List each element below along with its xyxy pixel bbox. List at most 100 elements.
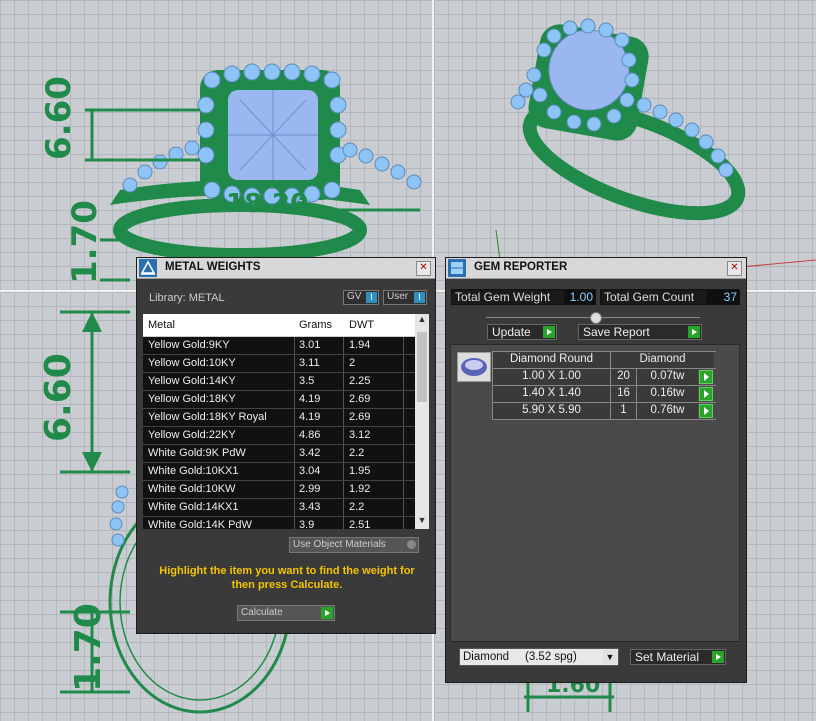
gem-list-area: Diamond Round Diamond 1.00 X 1.00 20 0.07t… bbox=[450, 344, 740, 642]
calculate-label: Calculate bbox=[241, 607, 283, 618]
col-divider bbox=[403, 373, 404, 390]
col-divider bbox=[343, 409, 344, 426]
table-row[interactable]: White Gold:9K PdW 3.42 2.2 bbox=[143, 445, 429, 463]
metal-grams: 3.5 bbox=[299, 375, 315, 387]
dim-text-front-3: 18.20 bbox=[226, 189, 308, 219]
front-viewport[interactable]: 6.60 1.70 18.20 bbox=[0, 0, 432, 290]
gem-row[interactable]: 5.90 X 5.90 1 0.76tw bbox=[492, 403, 716, 420]
gem-col-material: Diamond bbox=[610, 352, 714, 368]
metal-name: Yellow Gold:18KY bbox=[148, 393, 236, 405]
metal-name: Yellow Gold:10KY bbox=[148, 357, 236, 369]
metal-grams: 4.19 bbox=[299, 393, 321, 405]
gem-reporter-panel: GEM REPORTER ✕ Total Gem Weight 1.00 Tot… bbox=[445, 257, 747, 683]
metal-table-header: Metal Grams DWT bbox=[143, 314, 429, 337]
metal-grams: 3.11 bbox=[299, 357, 320, 369]
scroll-down-icon[interactable]: ▼ bbox=[415, 515, 429, 529]
set-material-button[interactable]: Set Material bbox=[630, 649, 726, 665]
metal-name: White Gold:14KX1 bbox=[148, 501, 239, 513]
col-divider bbox=[343, 391, 344, 408]
play-icon bbox=[543, 326, 555, 338]
chevron-down-icon[interactable]: ▼ bbox=[603, 650, 617, 664]
col-divider bbox=[294, 409, 295, 426]
play-icon[interactable] bbox=[699, 387, 713, 401]
table-row[interactable]: Yellow Gold:14KY 3.5 2.25 bbox=[143, 373, 429, 391]
metal-name: Yellow Gold:9KY bbox=[148, 339, 230, 351]
col-divider bbox=[294, 427, 295, 444]
save-report-label: Save Report bbox=[583, 325, 650, 339]
col-metal[interactable]: Metal bbox=[148, 319, 175, 331]
metal-dwt: 2 bbox=[349, 357, 356, 369]
gem-count: 20 bbox=[610, 369, 636, 385]
table-row[interactable]: Yellow Gold:22KY 4.86 3.12 bbox=[143, 427, 429, 445]
gem-reporter-icon bbox=[448, 259, 466, 277]
total-gem-count-value: 37 bbox=[723, 290, 737, 304]
metal-dwt: 2.2 bbox=[349, 447, 365, 459]
metal-weights-icon bbox=[139, 259, 157, 277]
metal-weights-titlebar[interactable]: METAL WEIGHTS ✕ bbox=[137, 258, 435, 279]
table-row[interactable]: White Gold:10KW 2.99 1.92 bbox=[143, 481, 429, 499]
col-divider bbox=[294, 517, 295, 529]
scroll-thumb[interactable] bbox=[417, 332, 427, 402]
save-report-button[interactable]: Save Report bbox=[578, 324, 702, 340]
update-button[interactable]: Update bbox=[487, 324, 557, 340]
metal-dwt: 2.51 bbox=[349, 519, 371, 529]
user-toggle[interactable]: User I bbox=[383, 290, 427, 305]
library-label: Library: METAL bbox=[149, 292, 225, 304]
total-gem-weight-value: 1.00 bbox=[569, 290, 593, 304]
table-row[interactable]: Yellow Gold:18KY Royal 4.19 2.69 bbox=[143, 409, 429, 427]
col-divider bbox=[403, 499, 404, 516]
metal-grams: 3.01 bbox=[299, 339, 321, 351]
material-select[interactable]: Diamond (3.52 spg) ▼ bbox=[459, 648, 619, 666]
col-divider bbox=[403, 391, 404, 408]
col-divider bbox=[343, 463, 344, 480]
total-gem-weight-label: Total Gem Weight bbox=[455, 290, 551, 304]
use-object-materials-checkbox[interactable]: Use Object Materials bbox=[289, 537, 419, 553]
play-icon[interactable] bbox=[699, 404, 713, 418]
metal-dwt: 1.92 bbox=[349, 483, 371, 495]
metal-dwt: 1.95 bbox=[349, 465, 371, 477]
metal-weights-title: METAL WEIGHTS bbox=[165, 261, 261, 273]
user-toggle-label: User bbox=[387, 291, 409, 302]
dim-text-side-2: 1.70 bbox=[68, 603, 109, 692]
play-icon[interactable] bbox=[699, 370, 713, 384]
slider-knob[interactable] bbox=[590, 312, 602, 324]
dim-text-side-1: 6.60 bbox=[38, 353, 79, 442]
close-icon[interactable]: ✕ bbox=[727, 261, 742, 276]
col-divider bbox=[343, 481, 344, 498]
table-row[interactable]: Yellow Gold:9KY 3.01 1.94 bbox=[143, 337, 429, 355]
table-row[interactable]: Yellow Gold:10KY 3.11 2 bbox=[143, 355, 429, 373]
table-row[interactable]: White Gold:14KX1 3.43 2.2 bbox=[143, 499, 429, 517]
ring-perspective-render bbox=[493, 18, 816, 290]
dim-text-front-1: 6.60 bbox=[39, 76, 79, 160]
metal-grams: 3.9 bbox=[299, 519, 315, 529]
gv-toggle-label: GV bbox=[347, 291, 362, 302]
col-divider bbox=[294, 337, 295, 354]
gem-count: 16 bbox=[610, 386, 636, 402]
metal-table-scrollbar[interactable]: ▲ ▼ bbox=[415, 314, 429, 529]
gem-reporter-titlebar[interactable]: GEM REPORTER ✕ bbox=[446, 258, 746, 279]
table-row[interactable]: White Gold:10KX1 3.04 1.95 bbox=[143, 463, 429, 481]
play-icon bbox=[712, 651, 724, 663]
gem-row[interactable]: 1.40 X 1.40 16 0.16tw bbox=[492, 386, 716, 403]
material-select-value: Diamond (3.52 spg) bbox=[463, 651, 577, 663]
gem-row[interactable]: 1.00 X 1.00 20 0.07tw bbox=[492, 369, 716, 386]
close-icon[interactable]: ✕ bbox=[416, 261, 431, 276]
metal-table: Metal Grams DWT Yellow Gold:9KY 3.01 1.94 Y… bbox=[143, 314, 429, 529]
calculate-button[interactable]: Calculate bbox=[237, 605, 335, 621]
metal-grams: 3.04 bbox=[299, 465, 321, 477]
gem-count: 1 bbox=[610, 403, 636, 419]
perspective-viewport[interactable] bbox=[434, 0, 816, 290]
gv-toggle[interactable]: GV I bbox=[343, 290, 379, 305]
col-divider bbox=[343, 337, 344, 354]
metal-name: Yellow Gold:22KY bbox=[148, 429, 236, 441]
update-label: Update bbox=[492, 325, 531, 339]
table-row[interactable]: White Gold:14K PdW 3.9 2.51 bbox=[143, 517, 429, 529]
metal-dwt: 2.2 bbox=[349, 501, 365, 513]
col-dwt[interactable]: DWT bbox=[349, 319, 374, 331]
gem-slider[interactable] bbox=[486, 312, 700, 324]
gem-size: 1.00 X 1.00 bbox=[492, 369, 610, 385]
col-grams[interactable]: Grams bbox=[299, 319, 332, 331]
col-divider bbox=[343, 499, 344, 516]
scroll-up-icon[interactable]: ▲ bbox=[415, 314, 429, 328]
table-row[interactable]: Yellow Gold:18KY 4.19 2.69 bbox=[143, 391, 429, 409]
